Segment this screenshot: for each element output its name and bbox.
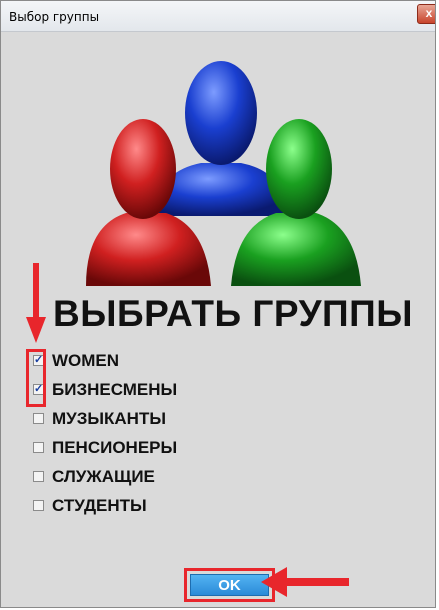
checkbox[interactable] — [33, 471, 44, 482]
close-button[interactable]: x — [417, 4, 435, 24]
group-users-icon — [86, 61, 361, 286]
group-item-employees[interactable]: СЛУЖАЩИЕ — [33, 462, 177, 491]
group-label: МУЗЫКАНТЫ — [52, 408, 166, 428]
title-bar: Выбор группы x — [1, 1, 435, 32]
checkbox[interactable] — [33, 413, 44, 424]
group-item-musicians[interactable]: МУЗЫКАНТЫ — [33, 404, 177, 433]
group-item-students[interactable]: СТУДЕНТЫ — [33, 491, 177, 520]
group-label: БИЗНЕСМЕНЫ — [52, 379, 178, 399]
page-heading: ВЫБРАТЬ ГРУППЫ — [53, 293, 413, 334]
group-label: WOMEN — [52, 350, 120, 370]
group-item-businessmen[interactable]: БИЗНЕСМЕНЫ — [33, 375, 177, 404]
window-title: Выбор группы — [9, 10, 100, 24]
arrow-left-icon — [261, 567, 349, 597]
checkbox[interactable] — [33, 442, 44, 453]
group-checkbox-list: WOMEN БИЗНЕСМЕНЫ МУЗЫКАНТЫ ПЕНСИОНЕРЫ СЛ… — [33, 346, 177, 520]
ok-button[interactable]: OK — [190, 574, 269, 596]
group-select-window: Выбор группы x ВЫБРАТЬ ГРУППЫ WOMEN БИЗН… — [0, 0, 436, 608]
group-label: СТУДЕНТЫ — [52, 495, 147, 515]
checked-highlight-box — [26, 349, 46, 407]
group-item-women[interactable]: WOMEN — [33, 346, 177, 375]
group-label: СЛУЖАЩИЕ — [52, 466, 155, 486]
arrow-down-icon — [26, 263, 46, 343]
group-item-pensioners[interactable]: ПЕНСИОНЕРЫ — [33, 433, 177, 462]
group-label: ПЕНСИОНЕРЫ — [52, 437, 178, 457]
checkbox[interactable] — [33, 500, 44, 511]
